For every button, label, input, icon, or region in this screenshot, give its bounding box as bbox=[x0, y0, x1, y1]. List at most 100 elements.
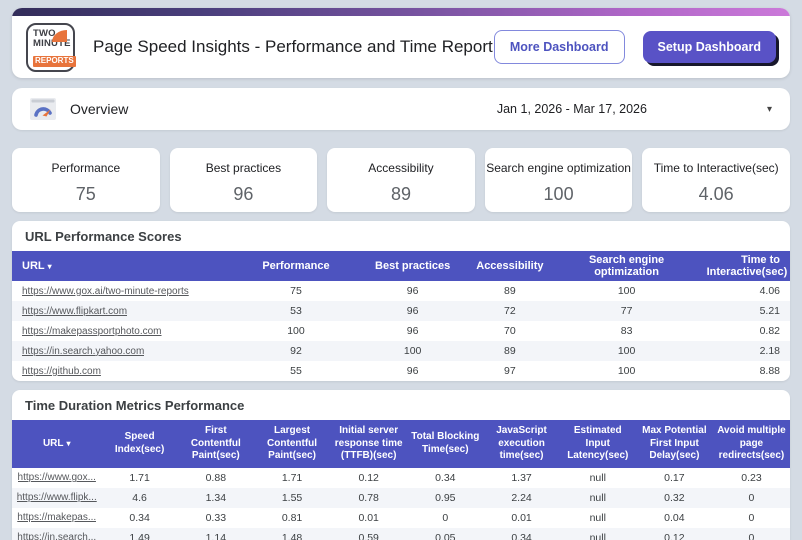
value-cell: 5.21 bbox=[759, 305, 780, 317]
value-cell: 1.14 bbox=[205, 531, 227, 540]
column-header-url[interactable]: URL ▾ bbox=[12, 251, 230, 281]
date-range-text: Jan 1, 2026 - Mar 17, 2026 bbox=[496, 102, 647, 116]
kpi-label: Time to Interactive(sec) bbox=[653, 161, 779, 175]
column-header-performance[interactable]: Performance bbox=[229, 251, 363, 281]
column-header-total-blocking-time-sec[interactable]: Total Blocking Time(sec) bbox=[407, 420, 484, 468]
value-cell: null bbox=[589, 471, 606, 484]
header-body: TWO MINUTE REPORTS Page Speed Insights -… bbox=[12, 16, 790, 78]
kpi-value: 96 bbox=[233, 184, 254, 204]
kpi-label: Best practices bbox=[205, 161, 282, 175]
url-cell: https://makepas... bbox=[12, 508, 101, 528]
table-row: https://github.com 55 96 97 100 8.88 bbox=[12, 361, 790, 381]
value-cell: 0.59 bbox=[358, 531, 379, 540]
value-cell: 0 bbox=[442, 511, 449, 524]
kpi-value: 89 bbox=[390, 184, 411, 204]
pagespeed-gauge-icon bbox=[30, 98, 56, 120]
column-header-estimated-input-latency-sec[interactable]: Estimated Input Latency(sec) bbox=[559, 420, 636, 468]
value-cell: 0.82 bbox=[759, 325, 780, 337]
header: TWO MINUTE REPORTS Page Speed Insights -… bbox=[12, 8, 790, 78]
value-cell: 100 bbox=[617, 365, 636, 377]
value-cell: 0.01 bbox=[358, 511, 379, 524]
value-cell: 1.34 bbox=[205, 491, 227, 504]
value-cell: 1.49 bbox=[129, 531, 150, 540]
setup-dashboard-button[interactable]: Setup Dashboard bbox=[642, 31, 776, 63]
url-link[interactable]: https://www.flipk... bbox=[17, 492, 97, 503]
value-cell: 100 bbox=[287, 325, 305, 337]
url-cell: https://makepassportphoto.com bbox=[12, 321, 230, 341]
url-link[interactable]: https://makepas... bbox=[17, 512, 96, 523]
url-scores-table: URL ▾ Performance Best practices Accessibili… bbox=[12, 251, 790, 381]
value-cell: 0.33 bbox=[205, 511, 227, 524]
value-cell: 1.37 bbox=[511, 471, 532, 484]
page-title: Page Speed Insights - Performance and Ti… bbox=[93, 37, 493, 56]
value-cell: 0.17 bbox=[664, 471, 685, 484]
value-cell: 53 bbox=[290, 305, 302, 317]
value-cell: 0.34 bbox=[129, 511, 150, 524]
url-cell: https://www.flipk... bbox=[12, 488, 101, 508]
kpi-label: Performance bbox=[51, 161, 121, 175]
kpi-row: Performance 75 Best practices 96 Accessibili… bbox=[12, 148, 790, 212]
column-header-url[interactable]: URL ▾ bbox=[12, 420, 102, 468]
column-header-search-engine-optimization[interactable]: Search engine optimization bbox=[556, 251, 697, 281]
value-cell: 0.78 bbox=[358, 491, 379, 504]
url-link[interactable]: https://www.gox.ai/two-minute-reports bbox=[22, 286, 189, 297]
value-cell: 4.6 bbox=[132, 491, 147, 504]
two-minute-reports-logo: TWO MINUTE REPORTS bbox=[26, 22, 76, 72]
value-cell: 0.95 bbox=[435, 491, 456, 504]
value-cell: null bbox=[589, 531, 606, 540]
sort-down-icon: ▾ bbox=[47, 262, 52, 271]
date-range-selector[interactable]: Jan 1, 2026 - Mar 17, 2026 ▾ bbox=[497, 102, 772, 116]
value-cell: 72 bbox=[504, 305, 516, 317]
url-performance-scores-section: URL Performance Scores URL ▾ Performance Be… bbox=[12, 221, 790, 381]
value-cell: 2.24 bbox=[511, 491, 532, 504]
column-header-max-potential-first-input-delay-sec[interactable]: Max Potential First Input Delay(sec) bbox=[635, 420, 713, 468]
value-cell: null bbox=[589, 491, 606, 504]
value-cell: 0 bbox=[748, 531, 755, 540]
table-row: https://makepassportphoto.com 100 96 70 83 0.… bbox=[12, 321, 790, 341]
time-duration-metrics-section: Time Duration Metrics Performance URL ▾ Sp… bbox=[12, 390, 790, 540]
column-header-time-to-interactive-sec[interactable]: Time to Interactive(sec) bbox=[696, 251, 790, 281]
url-link[interactable]: https://in.search.yahoo.com bbox=[22, 346, 144, 357]
kpi-card: Performance 75 bbox=[12, 148, 160, 212]
value-cell: 100 bbox=[617, 285, 636, 297]
kpi-card: Accessibility 89 bbox=[327, 148, 475, 212]
column-header-avoid-multiple-page-redirects-sec[interactable]: Avoid multiple page redirects(sec) bbox=[712, 420, 790, 468]
overview-label: Overview bbox=[70, 101, 129, 117]
value-cell: 97 bbox=[504, 365, 516, 377]
value-cell: null bbox=[589, 511, 606, 524]
dashboard-page: TWO MINUTE REPORTS Page Speed Insights -… bbox=[0, 0, 802, 540]
column-header-best-practices[interactable]: Best practices bbox=[362, 251, 464, 281]
column-header-speed-index-sec[interactable]: Speed Index(sec) bbox=[101, 420, 178, 468]
url-cell: https://in.search... bbox=[12, 528, 101, 540]
sort-down-icon: ▾ bbox=[66, 438, 71, 448]
kpi-label: Search engine optimization bbox=[486, 161, 631, 175]
table-row: https://www.gox... 1.71 0.88 1.71 0.12 0.34 1.… bbox=[12, 468, 790, 488]
value-cell: 0.34 bbox=[435, 471, 456, 484]
url-link[interactable]: https://in.search... bbox=[17, 532, 96, 540]
value-cell: 0.88 bbox=[205, 471, 227, 484]
value-cell: 1.71 bbox=[129, 471, 150, 484]
value-cell: 96 bbox=[406, 365, 419, 377]
value-cell: 83 bbox=[620, 325, 633, 337]
column-header-javascript-execution-time-sec[interactable]: JavaScript execution time(sec) bbox=[483, 420, 560, 468]
more-dashboard-button[interactable]: More Dashboard bbox=[493, 30, 625, 64]
column-header-initial-server-response-time-ttfb-sec[interactable]: Initial server response time (TTFB)(sec) bbox=[330, 420, 408, 468]
value-cell: 0.01 bbox=[511, 511, 532, 524]
url-cell: https://www.gox... bbox=[12, 468, 101, 488]
table-row: https://www.flipkart.com 53 96 72 77 5.21 bbox=[12, 301, 790, 321]
column-header-largest-contentful-paint-sec[interactable]: Largest Contentful Paint(sec) bbox=[253, 420, 331, 468]
value-cell: 0 bbox=[748, 491, 755, 504]
header-buttons: More Dashboard Setup Dashboard bbox=[493, 30, 776, 64]
kpi-card: Best practices 96 bbox=[169, 148, 318, 212]
column-header-first-contentful-paint-sec[interactable]: First Contentful Paint(sec) bbox=[177, 420, 254, 468]
url-link[interactable]: https://www.gox... bbox=[18, 472, 96, 483]
table-row: https://in.search.yahoo.com 92 100 89 100 2.1… bbox=[12, 341, 790, 361]
url-scores-title: URL Performance Scores bbox=[25, 229, 182, 244]
table-row: https://www.flipk... 4.6 1.34 1.55 0.78 0.95 2… bbox=[12, 487, 790, 508]
url-link[interactable]: https://github.com bbox=[22, 366, 101, 377]
column-header-accessibility[interactable]: Accessibility bbox=[463, 251, 557, 281]
url-link[interactable]: https://makepassportphoto.com bbox=[22, 326, 162, 337]
time-metrics-table: URL ▾ Speed Index(sec) First Contentful Pai… bbox=[12, 420, 790, 540]
header-gradient-bar bbox=[12, 8, 790, 16]
url-link[interactable]: https://www.flipkart.com bbox=[22, 306, 127, 317]
